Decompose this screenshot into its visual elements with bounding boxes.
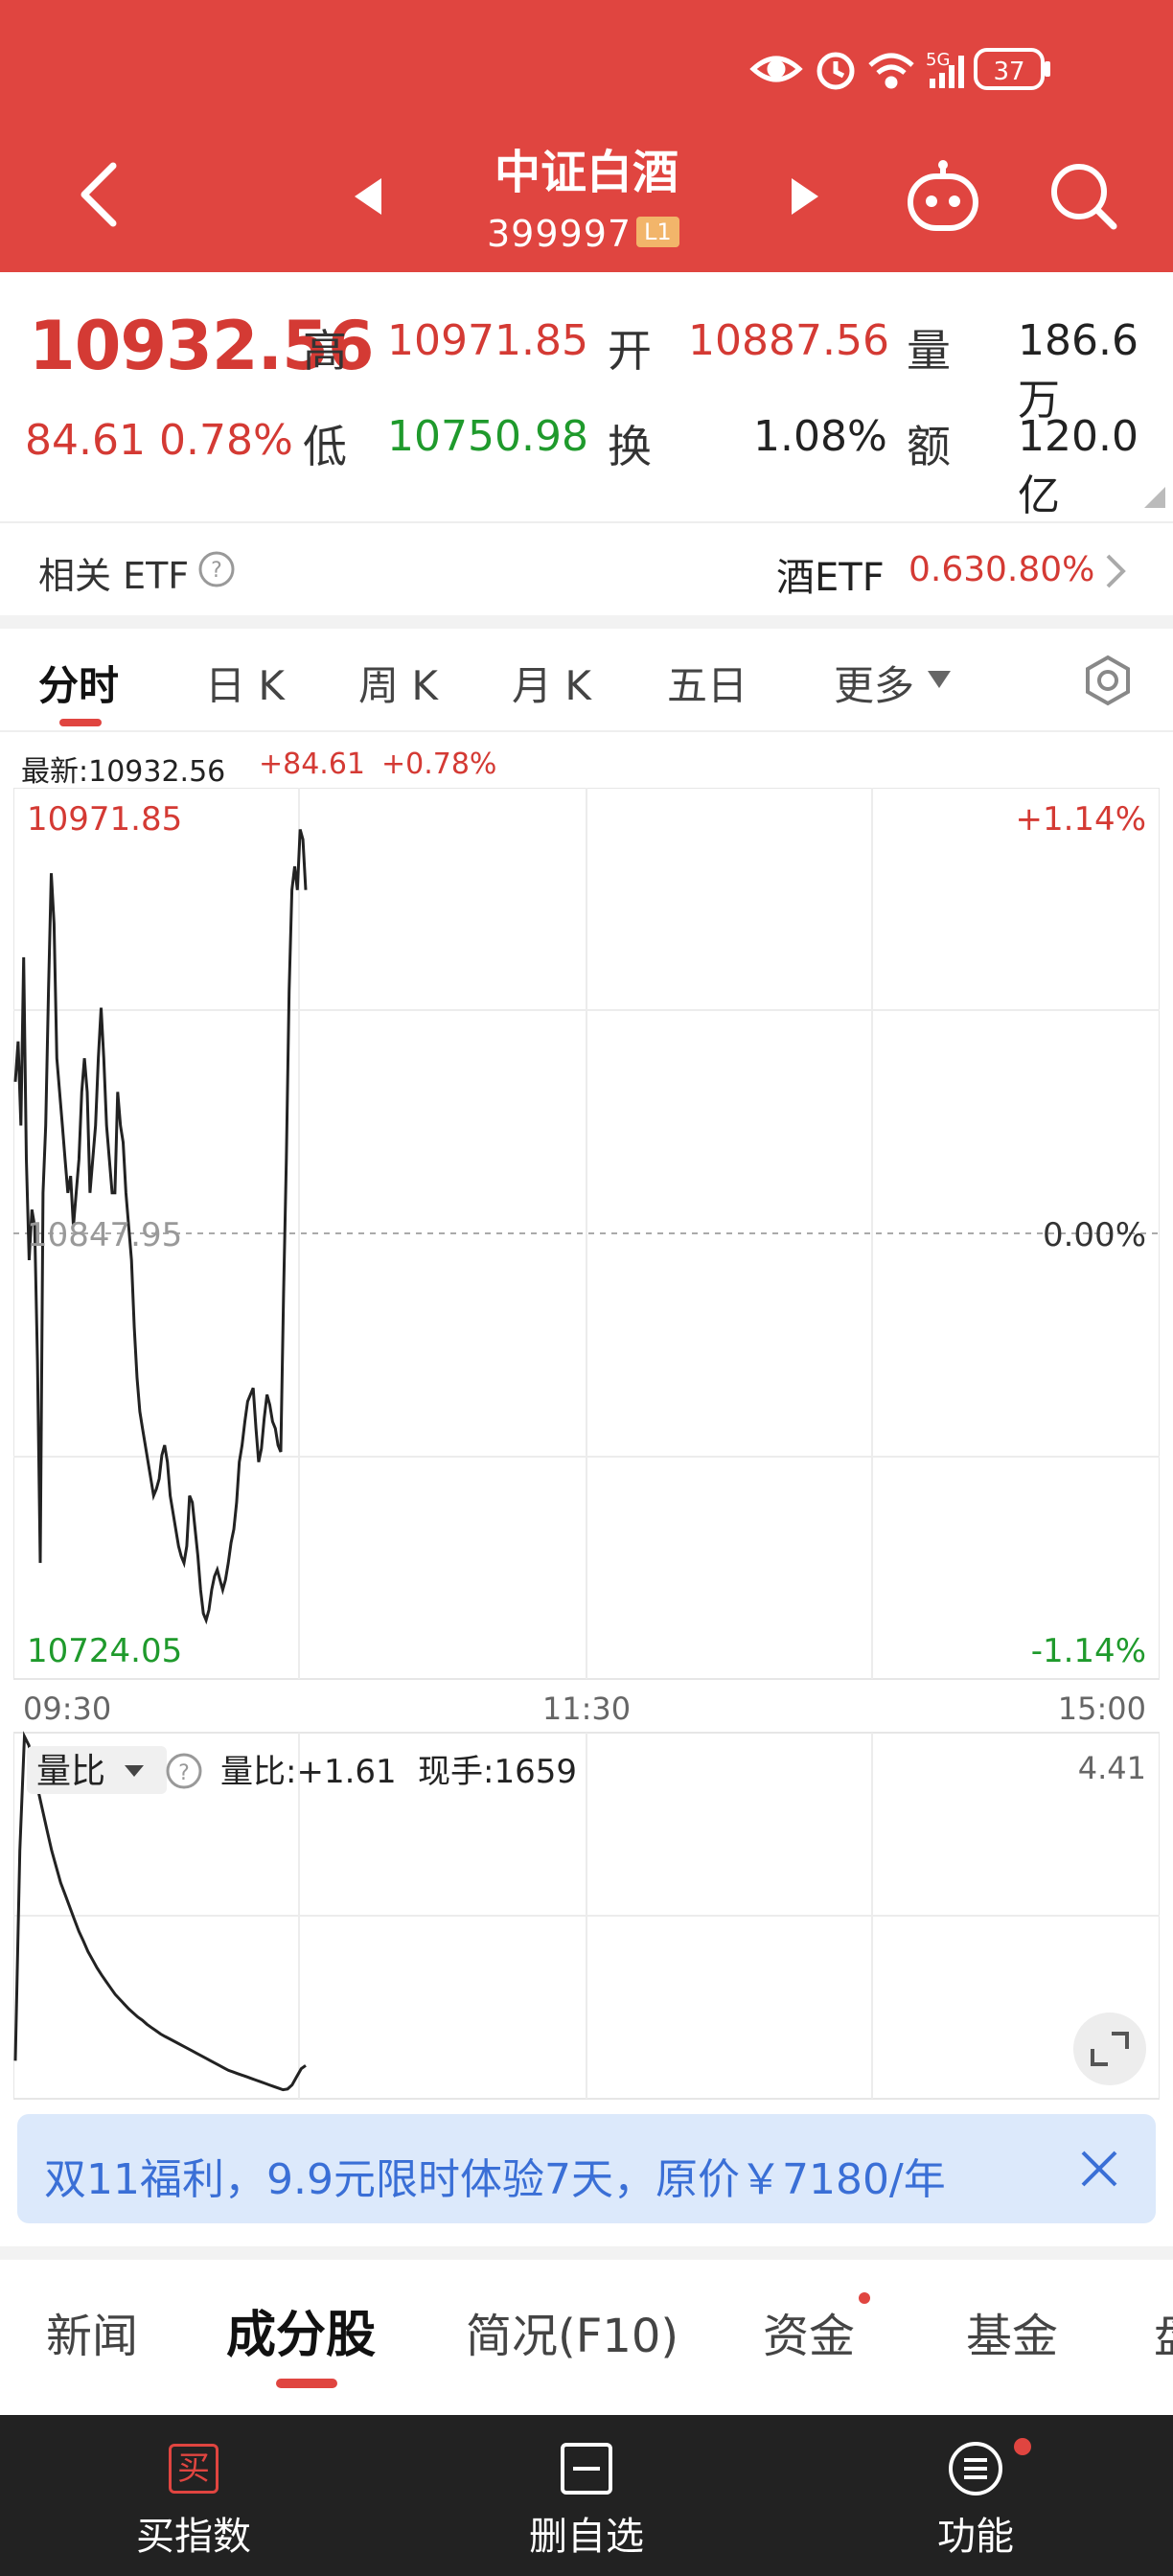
latest-price-label: 最新:10932.56	[21, 755, 226, 789]
y-left-tick-bottom: 10724.05	[27, 1632, 182, 1670]
chevron-right-icon[interactable]	[1104, 552, 1127, 590]
low-label: 低	[303, 421, 347, 472]
tab-more[interactable]: 更多	[834, 654, 914, 712]
settings-icon[interactable]	[1081, 654, 1135, 707]
wifi-icon	[868, 53, 914, 89]
help-icon[interactable]: ?	[197, 550, 236, 588]
status-bar: 5G 37	[749, 48, 1050, 90]
open-label: 开	[608, 325, 652, 377]
subchart-max-tick: 4.41	[1078, 1750, 1146, 1786]
svg-text:37: 37	[993, 58, 1024, 86]
amount-label: 额	[907, 421, 951, 472]
latest-change-pct: +0.78%	[381, 748, 497, 781]
battery-icon: 37	[974, 48, 1050, 90]
level-badge: L1	[636, 217, 679, 247]
tab-weekly-k[interactable]: 周 K	[358, 654, 438, 712]
tab-active-indicator	[59, 719, 102, 726]
high-label: 高	[303, 325, 347, 377]
tab-fund[interactable]: 基金	[966, 2298, 1058, 2365]
remove-watchlist-icon[interactable]	[560, 2442, 613, 2496]
turnover-value: 1.08%	[753, 412, 887, 461]
search-icon[interactable]	[1048, 161, 1119, 232]
intraday-chart[interactable]: 10971.85 10847.95 10724.05 +1.14% 0.00% …	[13, 788, 1160, 2101]
volume-label: 量	[907, 325, 951, 377]
etf-change-pct: 0.80%	[985, 550, 1095, 589]
back-icon[interactable]	[75, 161, 123, 228]
divider	[0, 521, 1173, 523]
notification-dot	[1014, 2438, 1031, 2455]
y-right-tick-bottom: -1.14%	[1031, 1632, 1146, 1670]
promo-text[interactable]: 双11福利，9.9元限时体验7天，原价￥7180/年	[44, 2145, 946, 2206]
low-value: 10750.98	[387, 412, 588, 461]
price-change-pct: 0.78%	[159, 416, 293, 465]
volume-value: 186.6万	[1018, 316, 1138, 425]
tab-constituents[interactable]: 成分股	[226, 2294, 376, 2366]
caret-down-icon[interactable]	[926, 669, 953, 690]
price-change: 84.61	[25, 416, 146, 465]
tab-daily-k[interactable]: 日 K	[205, 654, 285, 712]
current-hand-value: 现手:1659	[418, 1753, 577, 1791]
divider	[0, 730, 1173, 732]
x-tick-close: 15:00	[1058, 1690, 1146, 1727]
etf-name[interactable]: 酒ETF	[776, 546, 885, 602]
robot-icon[interactable]	[905, 159, 981, 234]
tab-funds-flow[interactable]: 资金	[763, 2298, 855, 2365]
tab-active-indicator	[276, 2379, 337, 2388]
latest-change: +84.61	[259, 748, 366, 781]
indicator-selector-label: 量比	[36, 1752, 105, 1791]
stock-code: 399997	[487, 213, 632, 255]
turnover-label: 换	[608, 421, 652, 472]
prev-stock-icon[interactable]	[355, 178, 383, 215]
tab-more-cut[interactable]: 盘	[1154, 2298, 1173, 2365]
functions-button[interactable]: 功能	[861, 2505, 1091, 2561]
tab-intraday[interactable]: 分时	[38, 654, 119, 712]
menu-icon[interactable]	[947, 2440, 1004, 2497]
x-tick-noon: 11:30	[542, 1690, 631, 1727]
tab-five-day[interactable]: 五日	[667, 654, 748, 712]
svg-text:5G: 5G	[926, 50, 950, 70]
eye-icon	[749, 56, 803, 82]
remove-watchlist-button[interactable]: 删自选	[472, 2505, 702, 2561]
expand-corner-icon[interactable]	[1144, 487, 1165, 508]
tab-profile[interactable]: 简况(F10)	[466, 2298, 678, 2365]
buy-index-button[interactable]: 买指数	[79, 2505, 309, 2561]
buy-icon[interactable]: 买	[169, 2444, 218, 2494]
y-right-tick-top: +1.14%	[1016, 800, 1147, 839]
next-stock-icon[interactable]	[790, 178, 818, 215]
notification-dot	[859, 2292, 870, 2304]
alarm-icon	[816, 52, 855, 90]
high-value: 10971.85	[387, 316, 588, 365]
svg-text:?: ?	[211, 559, 222, 583]
stock-title: 中证白酒	[494, 146, 678, 199]
svg-text:?: ?	[178, 1761, 190, 1785]
fullscreen-icon	[1073, 2012, 1146, 2085]
tab-monthly-k[interactable]: 月 K	[512, 654, 591, 712]
y-right-tick-mid: 0.00%	[1043, 1216, 1146, 1254]
etf-label: 相关 ETF	[38, 555, 190, 597]
section-gap	[0, 615, 1173, 629]
y-left-tick-mid: 10847.95	[27, 1216, 182, 1254]
open-value: 10887.56	[688, 316, 889, 365]
volume-ratio-value: 量比:+1.61	[220, 1753, 397, 1791]
x-tick-open: 09:30	[23, 1690, 111, 1727]
etf-change: 0.63	[908, 550, 986, 589]
section-gap	[0, 2246, 1173, 2260]
tab-news[interactable]: 新闻	[46, 2298, 138, 2365]
close-icon[interactable]	[1079, 2149, 1119, 2189]
y-left-tick-top: 10971.85	[27, 800, 182, 839]
